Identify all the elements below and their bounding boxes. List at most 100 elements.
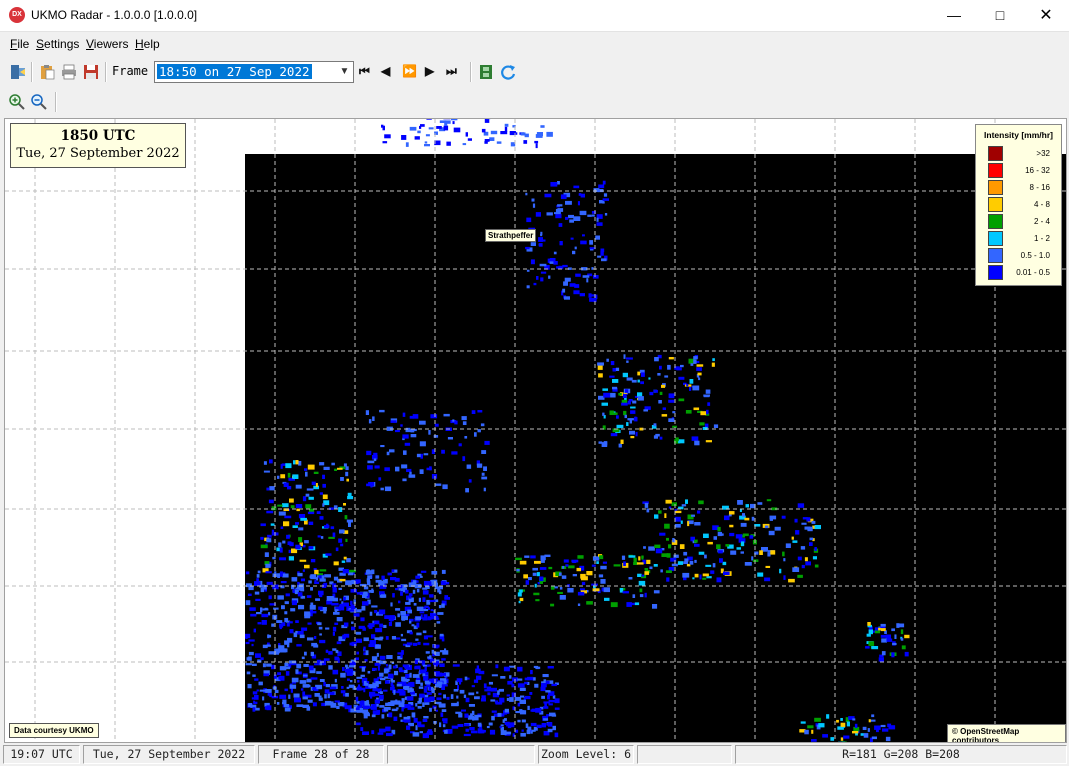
radar-cell <box>692 385 700 391</box>
radar-cell <box>302 496 307 502</box>
save-icon[interactable] <box>82 63 100 81</box>
zoom-out-icon[interactable] <box>30 93 48 111</box>
radar-cell <box>572 250 576 255</box>
close-icon[interactable]: ✕ <box>1023 0 1069 31</box>
first-frame-button[interactable]: ⏮ <box>359 64 370 79</box>
radar-cell <box>381 575 385 580</box>
radar-cell <box>415 725 418 731</box>
radar-cell <box>804 557 808 562</box>
radar-cell <box>302 595 306 599</box>
radar-cell <box>601 402 608 406</box>
radar-cell <box>339 703 344 707</box>
radar-cell <box>646 508 650 513</box>
previous-frame-button[interactable]: ◀ <box>381 64 390 78</box>
radar-cell <box>580 240 587 245</box>
menu-settings[interactable]: Settings <box>36 37 79 51</box>
frame-select-value: 18:50 on 27 Sep 2022 <box>157 64 312 79</box>
radar-cell <box>632 594 636 598</box>
radar-cell <box>322 494 328 500</box>
radar-cell <box>534 683 539 688</box>
radar-cell <box>431 571 438 575</box>
exit-icon[interactable] <box>9 63 27 81</box>
radar-cell <box>481 450 487 454</box>
radar-cell <box>284 707 291 712</box>
radar-cell <box>577 603 581 606</box>
radar-canvas[interactable] <box>5 119 1066 742</box>
radar-cell <box>403 450 407 455</box>
radar-cell <box>314 693 320 697</box>
radar-cell <box>265 689 272 693</box>
radar-cell <box>394 577 400 582</box>
radar-cell <box>744 562 752 566</box>
radar-cell <box>346 478 349 482</box>
radar-cell <box>530 731 533 734</box>
legend-label: 4 - 8 <box>1033 200 1050 209</box>
radar-cell <box>412 732 420 737</box>
radar-cell <box>332 669 339 675</box>
radar-cell <box>300 578 305 582</box>
data-courtesy: Data courtesy UKMO <box>9 723 99 738</box>
radar-cell <box>400 611 406 616</box>
radar-cell <box>262 663 266 668</box>
maximize-icon[interactable]: □ <box>977 0 1023 31</box>
radar-cell <box>559 595 566 600</box>
radar-cell <box>722 561 727 566</box>
menu-help[interactable]: Help <box>135 37 160 51</box>
menu-viewers[interactable]: Viewers <box>86 37 128 51</box>
print-icon[interactable] <box>60 63 78 81</box>
radar-cell <box>345 664 348 668</box>
radar-cell <box>616 424 624 429</box>
radar-cell <box>407 690 410 693</box>
radar-cell <box>390 682 394 687</box>
radar-cell <box>370 482 373 488</box>
radar-cell <box>277 672 281 676</box>
radar-cell <box>334 700 340 703</box>
radar-cell <box>654 514 659 519</box>
refresh-icon[interactable] <box>499 63 517 81</box>
radar-cell <box>382 141 388 144</box>
radar-cell <box>312 702 317 707</box>
radar-cell <box>374 700 378 703</box>
radar-cell <box>548 699 555 703</box>
film-icon[interactable] <box>477 63 495 81</box>
radar-cell <box>261 613 269 618</box>
radar-cell <box>295 620 299 623</box>
minimize-icon[interactable]: — <box>931 0 977 31</box>
radar-cell <box>415 679 421 684</box>
chevron-down-icon[interactable]: ▼ <box>336 62 353 82</box>
radar-cell <box>360 727 364 731</box>
radar-cell <box>260 544 268 549</box>
radar-cell <box>263 470 270 473</box>
radar-cell <box>321 575 325 579</box>
radar-cell <box>295 504 303 508</box>
radar-cell <box>653 590 660 594</box>
radar-cell <box>638 580 646 586</box>
radar-cell <box>343 463 347 467</box>
radar-cell <box>442 650 449 655</box>
radar-cell <box>641 372 645 377</box>
radar-cell <box>486 726 490 729</box>
radar-cell <box>439 633 444 637</box>
radar-cell <box>565 200 572 205</box>
radar-cell <box>439 672 446 676</box>
radar-cell <box>277 573 280 578</box>
radar-cell <box>434 423 439 427</box>
radar-cell <box>257 622 262 625</box>
radar-cell <box>481 128 486 133</box>
radar-cell <box>441 569 446 574</box>
radar-cell <box>569 219 574 223</box>
radar-cell <box>307 699 313 703</box>
last-frame-button[interactable]: ⏭ <box>446 64 457 79</box>
radar-cell <box>308 580 312 584</box>
radar-cell <box>371 704 377 707</box>
radar-map[interactable]: 1850 UTC Tue, 27 September 2022 Strathpe… <box>4 118 1067 743</box>
radar-cell <box>550 603 555 607</box>
radar-cell <box>347 496 354 500</box>
next-frame-button[interactable]: ▶ <box>425 64 434 78</box>
zoom-in-icon[interactable] <box>8 93 26 111</box>
paste-icon[interactable] <box>38 63 56 81</box>
radar-cell <box>416 665 420 670</box>
frame-select[interactable]: 18:50 on 27 Sep 2022 ▼ <box>154 61 354 83</box>
play-button[interactable]: ⏩ <box>402 64 417 78</box>
menu-file[interactable]: File <box>10 37 29 51</box>
